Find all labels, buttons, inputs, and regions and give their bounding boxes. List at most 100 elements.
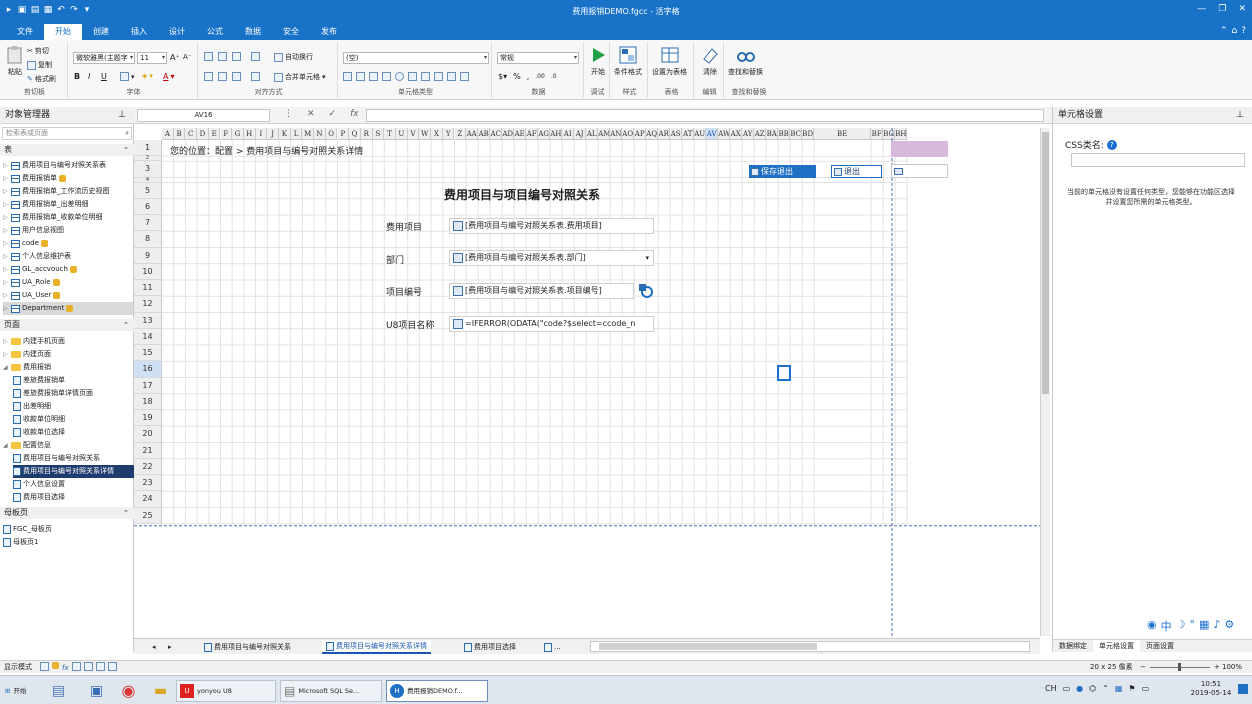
- expand-icon[interactable]: ▷: [3, 302, 9, 315]
- celltype-select[interactable]: (空) ▾: [343, 52, 489, 64]
- page-folder[interactable]: ▷ 内建手机页面: [3, 335, 133, 348]
- expand-icon[interactable]: ▷: [3, 348, 9, 361]
- close-icon[interactable]: ✕: [1238, 4, 1246, 14]
- grow-font-button[interactable]: A⁺: [170, 53, 180, 62]
- explorer-icon[interactable]: ▬: [144, 680, 174, 702]
- moon-icon[interactable]: ☽: [1176, 618, 1186, 634]
- shrink-font-button[interactable]: A⁻: [183, 53, 191, 61]
- expand-icon[interactable]: ◢: [3, 361, 9, 374]
- expand-icon[interactable]: ▷: [3, 211, 9, 224]
- tab-file[interactable]: 文件: [6, 24, 44, 40]
- clear-button[interactable]: 清除: [700, 45, 720, 77]
- project-code-textbox[interactable]: [费用项目与编号对照关系表.项目编号]: [449, 283, 634, 299]
- ime-lang[interactable]: CH: [1045, 684, 1057, 693]
- align-top-button[interactable]: [204, 52, 213, 61]
- increase-decimal-icon[interactable]: .00: [535, 73, 545, 80]
- pin-icon[interactable]: ⊥: [118, 107, 126, 124]
- sheet-tab-active[interactable]: 费用项目与编号对照关系详情: [322, 640, 431, 654]
- lock-icon[interactable]: [52, 662, 59, 669]
- sheet-tab[interactable]: 费用项目与编号对照关系: [200, 640, 295, 654]
- page-item[interactable]: 出差明细: [13, 400, 143, 413]
- merge-cells-button[interactable]: 合并单元格 ▾: [274, 72, 326, 82]
- chevron-down-icon[interactable]: ▾: [645, 251, 649, 265]
- align-bottom-button[interactable]: [232, 52, 241, 61]
- layout-icon[interactable]: [83, 662, 93, 671]
- page-item[interactable]: 差旅费报销单详情页面: [13, 387, 143, 400]
- outdent-button[interactable]: [251, 72, 260, 81]
- expand-icon[interactable]: ▷: [3, 159, 9, 172]
- tab-insert[interactable]: 插入: [120, 24, 158, 40]
- ime-logo-icon[interactable]: ◉: [1147, 618, 1157, 634]
- underline-button[interactable]: U: [101, 72, 107, 81]
- bold-button[interactable]: B: [74, 72, 80, 81]
- keyboard-tray-icon[interactable]: ▭: [1063, 684, 1071, 693]
- master-item[interactable]: 母板页1: [3, 536, 133, 549]
- font-name-select[interactable]: 微软雅黑(主题字 ▾: [73, 52, 135, 64]
- display-icon[interactable]: ▭: [1142, 684, 1150, 693]
- scroll-thumb[interactable]: [599, 643, 817, 650]
- page-item[interactable]: 费用项目选择: [13, 491, 143, 504]
- collapse-ribbon-icon[interactable]: ⌃: [1220, 26, 1228, 36]
- expand-icon[interactable]: ▷: [3, 335, 9, 348]
- expand-icon[interactable]: ▷: [3, 276, 9, 289]
- preview-icon[interactable]: [95, 662, 105, 671]
- zoom-out-icon[interactable]: −: [1140, 661, 1146, 673]
- help-icon[interactable]: ?: [1106, 139, 1117, 150]
- home-icon[interactable]: ⌂: [1232, 26, 1238, 36]
- decrease-decimal-icon[interactable]: .0: [551, 73, 557, 80]
- expand-icon[interactable]: ▷: [3, 289, 9, 302]
- formula-input[interactable]: [366, 109, 1044, 122]
- spreadsheet-grid[interactable]: A B C D E F G H I J K L M N O P Q R S T U V W X Y Z AA AB AC AD AE AF AG…: [134, 128, 1040, 636]
- pin-icon[interactable]: ⊥: [1236, 107, 1244, 124]
- collapse-icon[interactable]: ⌃: [123, 144, 129, 156]
- confirm-icon[interactable]: ✓: [329, 109, 337, 119]
- cut-button[interactable]: ✂ 剪切: [27, 46, 49, 56]
- table-item[interactable]: ▷ GL_accvouch: [3, 263, 133, 276]
- more-sheets-button[interactable]: ...: [540, 640, 565, 654]
- master-item[interactable]: FGC_母板页: [3, 523, 133, 536]
- ime-chinese-icon[interactable]: 中: [1161, 618, 1172, 634]
- zoom-in-icon[interactable]: +: [1214, 661, 1220, 673]
- expand-icon[interactable]: ▷: [3, 237, 9, 250]
- cancel-icon[interactable]: ✕: [307, 109, 315, 119]
- percent-icon[interactable]: %: [513, 72, 521, 81]
- page-item[interactable]: 个人信息设置: [13, 478, 143, 491]
- italic-button[interactable]: I: [88, 72, 90, 81]
- align-right-button[interactable]: [232, 72, 241, 81]
- flag-icon[interactable]: ⚑: [1128, 684, 1135, 693]
- app-tray-icon[interactable]: ▦: [1115, 684, 1123, 693]
- button-preview-cell[interactable]: [891, 164, 948, 178]
- pages-section[interactable]: 页面 ⌃: [0, 319, 134, 331]
- selected-cell[interactable]: [777, 365, 791, 381]
- page-folder[interactable]: ◢ 费用报销: [3, 361, 133, 374]
- expand-icon[interactable]: ▷: [3, 250, 9, 263]
- start-button[interactable]: ⊞ 开始: [2, 680, 34, 702]
- fx-icon[interactable]: fx: [62, 662, 69, 674]
- table-item[interactable]: ▷ 费用报销单: [3, 172, 133, 185]
- tab-data[interactable]: 数据: [234, 24, 272, 40]
- taskbar-app[interactable]: Uyonyou U8: [176, 680, 276, 702]
- currency-icon[interactable]: $▾: [498, 72, 507, 81]
- font-size-select[interactable]: 11 ▾: [137, 52, 167, 64]
- keyboard-icon[interactable]: ▦: [1199, 618, 1209, 634]
- tab-create[interactable]: 创建: [82, 24, 120, 40]
- tab-design[interactable]: 设计: [158, 24, 196, 40]
- taskbar-app-active[interactable]: H 费用报销DEMO.f...: [386, 680, 488, 702]
- taskbar-app[interactable]: ▤ Microsoft SQL Se...: [280, 680, 382, 702]
- next-sheet-icon[interactable]: ▸: [164, 640, 176, 654]
- tab-cell-settings[interactable]: 单元格设置: [1093, 640, 1140, 652]
- number-format-buttons[interactable]: $▾%, .00 .0: [498, 72, 557, 81]
- sheet-tab[interactable]: 费用项目选择: [460, 640, 520, 654]
- chevron-up-icon[interactable]: ⌃: [1102, 684, 1109, 693]
- table-item[interactable]: ▷ 个人信息维护表: [3, 250, 133, 263]
- powershell-icon[interactable]: ▣: [78, 680, 112, 702]
- table-item[interactable]: ▷ 费用项目与编号对照关系表: [3, 159, 133, 172]
- save-exit-button[interactable]: 保存退出: [749, 165, 816, 178]
- zoom-thumb[interactable]: [1178, 663, 1181, 671]
- mode-icon[interactable]: [40, 662, 49, 671]
- search-icon[interactable]: ⌕: [125, 128, 129, 139]
- align-middle-button[interactable]: [218, 52, 227, 61]
- chrome-icon[interactable]: ◉: [112, 680, 142, 702]
- page-layout-icon[interactable]: [107, 662, 117, 671]
- paste-button[interactable]: 粘贴: [5, 45, 25, 77]
